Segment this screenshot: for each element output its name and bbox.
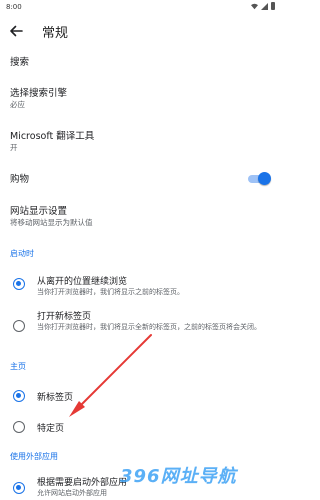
radio-home-new-tab-label[interactable]: 新标签页 [37,390,73,403]
radio-continue-label[interactable]: 从离开的位置继续浏览 [37,274,127,287]
radio-external-apps-description: 允许网站启动外部应用 [37,489,107,497]
radio-new-tab-label[interactable]: 打开新标签页 [37,309,91,322]
pref-shopping[interactable]: 购物 [10,174,272,186]
pref-search-engine-title: 选择搜索引擎 [10,88,68,99]
pref-search-engine-value: 必应 [10,100,25,109]
radio-external-apps-label[interactable]: 根据需要启动外部应用 [37,475,127,488]
app-bar: 常规 [0,16,281,46]
pref-translator-title: Microsoft 翻译工具 [10,131,95,142]
radio-external-apps[interactable] [13,482,25,494]
radio-new-tab[interactable] [13,320,25,332]
battery-icon [271,2,275,10]
pref-site-display-value: 将移动网站显示为默认值 [10,218,93,227]
pref-translator-value: 开 [10,143,18,152]
pref-search[interactable]: 搜索 [10,57,272,69]
wifi-icon [251,3,258,9]
shopping-toggle[interactable] [248,172,271,186]
pref-site-display[interactable]: 网站显示设置 将移动网站显示为默认值 [10,206,272,228]
status-icons [251,2,275,10]
watermark-logo: 396网址导航 [120,466,237,487]
status-time: 8:00 [6,3,22,11]
pref-translator[interactable]: Microsoft 翻译工具 开 [10,131,272,153]
page-title: 常规 [42,26,69,41]
radio-continue-description: 当你打开浏览器时，我们将显示之前的标签页。 [37,288,184,296]
radio-continue[interactable] [13,278,25,290]
section-startup-header: 启动时 [10,249,34,258]
back-arrow-icon[interactable] [8,23,24,39]
section-homepage-header: 主页 [10,362,26,371]
pref-shopping-title: 购物 [10,174,30,185]
status-bar: 8:00 [0,0,281,14]
radio-new-tab-description: 当你打开浏览器时，我们将显示全新的标签页，之前的标签页将会关闭。 [37,323,261,331]
radio-specific-page[interactable] [13,421,25,433]
radio-specific-page-label[interactable]: 特定页 [37,421,64,434]
pref-search-title: 搜索 [10,57,30,68]
radio-home-new-tab[interactable] [13,390,25,402]
pref-site-display-title: 网站显示设置 [10,206,68,217]
pref-search-engine[interactable]: 选择搜索引擎 必应 [10,88,272,110]
toggle-thumb [258,172,271,185]
section-external-header: 使用外部应用 [10,452,58,461]
signal-icon [261,2,268,10]
